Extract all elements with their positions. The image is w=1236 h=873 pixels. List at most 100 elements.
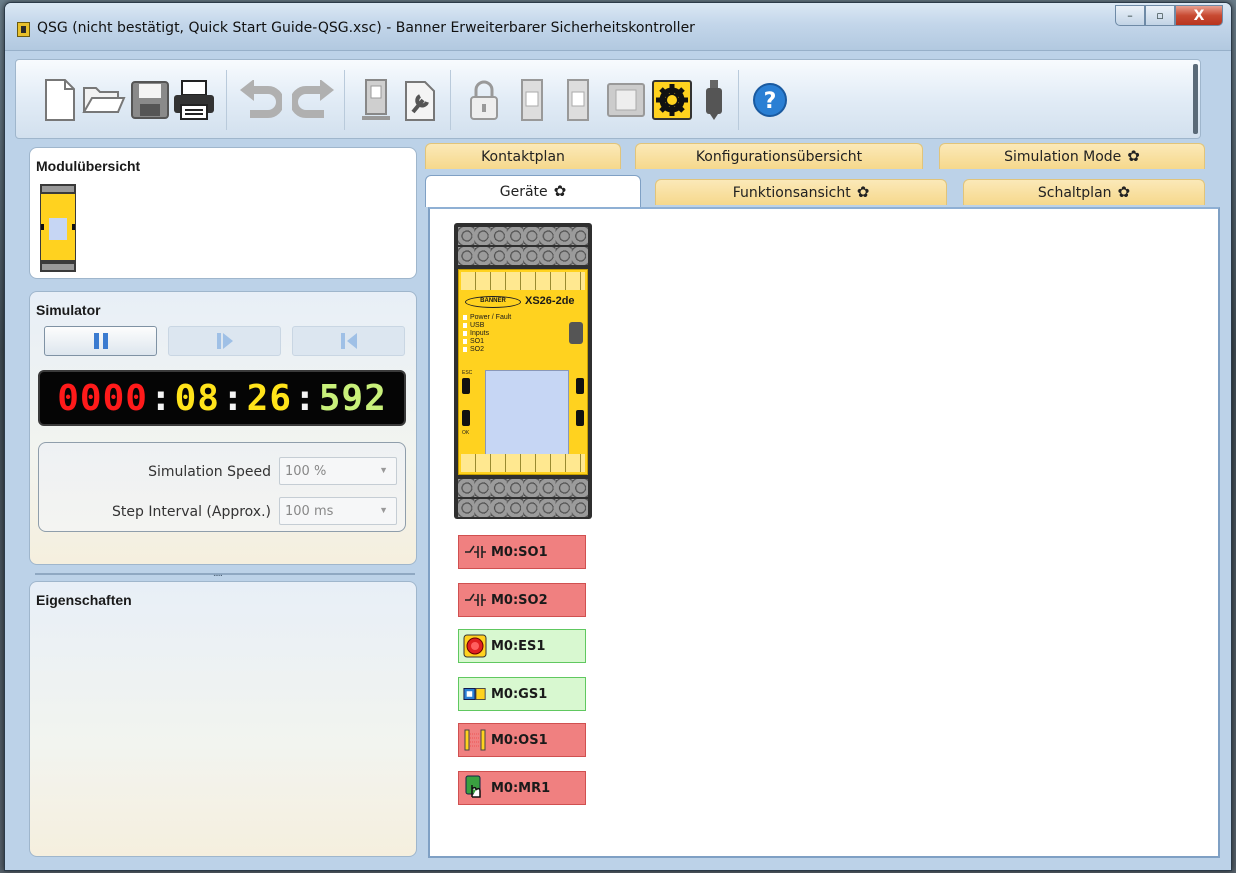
minimize-button[interactable]: –: [1115, 5, 1145, 26]
clock-separator: :: [221, 377, 245, 419]
app-window: QSG (nicht bestätigt, Quick Start Guide-…: [4, 2, 1232, 871]
usb-port: [569, 322, 583, 344]
led-list: Power / Fault USB Inputs SO1 SO2: [463, 314, 511, 354]
io-label: M0:SO1: [491, 544, 548, 560]
redo-icon: [292, 80, 334, 118]
receive-config-button[interactable]: [556, 76, 600, 124]
emergency-stop-icon: [463, 634, 487, 658]
esc-key: [462, 378, 470, 394]
lock-button[interactable]: [462, 76, 506, 124]
open-folder-icon: [82, 87, 126, 113]
undo-button[interactable]: [238, 76, 282, 124]
simulation-mode-button[interactable]: [650, 76, 694, 124]
lock-icon: [470, 80, 498, 120]
speed-select[interactable]: 100 % ▼: [279, 457, 397, 485]
toolbar-separator: [226, 70, 227, 130]
device-connect-button[interactable]: [354, 76, 398, 124]
terminal-row: [458, 247, 588, 265]
io-item-os1[interactable]: M0:OS1: [458, 723, 586, 757]
receive-config-icon: [567, 79, 589, 121]
gear-icon: [652, 80, 692, 120]
toolbar-separator: [344, 70, 345, 130]
save-button[interactable]: [128, 76, 172, 124]
window-title: QSG (nicht bestätigt, Quick Start Guide-…: [37, 20, 695, 36]
tab-geraete[interactable]: Geräte ✿: [425, 175, 641, 207]
undo-icon: [240, 80, 282, 118]
safety-output-icon: [463, 588, 487, 612]
terminal-labels: [461, 272, 585, 290]
speed-label: Simulation Speed: [148, 464, 271, 480]
speed-row: Simulation Speed 100 % ▼: [39, 457, 405, 487]
simulator-panel: Simulator 0000:08:26:592 Simulation Spee…: [29, 291, 417, 565]
model-label: XS26-2de: [525, 295, 575, 307]
tab-schaltplan[interactable]: Schaltplan ✿: [963, 179, 1205, 205]
step-forward-icon: [216, 333, 233, 349]
usb-button[interactable]: [692, 76, 736, 124]
safety-output-icon: [463, 540, 487, 564]
terminal-row: [458, 499, 588, 517]
tab-simulation-mode[interactable]: Simulation Mode ✿: [939, 143, 1205, 169]
redo-button[interactable]: [292, 76, 336, 124]
led-label: SO1: [463, 338, 511, 346]
clock-hours: 0000: [57, 377, 148, 419]
io-label: M0:ES1: [491, 638, 546, 654]
toolbar-overflow-grip[interactable]: [1193, 64, 1198, 134]
module-thumbnail[interactable]: [40, 184, 76, 272]
send-config-button[interactable]: [510, 76, 554, 124]
safety-controller-module[interactable]: BANNER XS26-2de Power / Fault USB Inputs…: [454, 223, 592, 519]
tab-label: Konfigurationsübersicht: [695, 148, 863, 165]
window-controls: – ▫ X: [1115, 5, 1223, 26]
io-item-so1[interactable]: M0:SO1: [458, 535, 586, 569]
open-folder-button[interactable]: [82, 76, 126, 124]
interval-select[interactable]: 100 ms ▼: [279, 497, 397, 525]
simulation-clock: 0000:08:26:592: [38, 370, 406, 426]
reset-button[interactable]: [292, 326, 405, 356]
terminal-row: [458, 479, 588, 497]
io-label: M0:OS1: [491, 732, 548, 748]
panel-splitter[interactable]: [35, 573, 415, 575]
help-button[interactable]: ?: [748, 76, 792, 124]
io-item-so2[interactable]: M0:SO2: [458, 583, 586, 617]
clock-minutes: 08: [174, 377, 220, 419]
new-file-icon: [45, 79, 75, 121]
io-item-mr1[interactable]: M0:MR1: [458, 771, 586, 805]
tab-label: Kontaktplan: [481, 148, 565, 165]
io-label: M0:GS1: [491, 686, 548, 702]
splitter-grip[interactable]: .....: [213, 568, 223, 579]
toolbar: ?: [15, 59, 1201, 139]
io-item-es1[interactable]: M0:ES1: [458, 629, 586, 663]
clock-seconds: 26: [246, 377, 293, 419]
module-button[interactable]: [604, 76, 648, 124]
gear-icon: ✿: [1127, 147, 1140, 165]
controller-display: [485, 370, 569, 456]
io-label: M0:SO2: [491, 592, 548, 608]
close-button[interactable]: X: [1175, 5, 1223, 26]
help-icon: ?: [753, 83, 787, 117]
new-file-button[interactable]: [38, 76, 82, 124]
configure-button[interactable]: [398, 76, 442, 124]
tab-funktionsansicht[interactable]: Funktionsansicht ✿: [655, 179, 947, 205]
maximize-button[interactable]: ▫: [1145, 5, 1175, 26]
chevron-down-icon: ▼: [379, 465, 388, 475]
tab-kontaktplan[interactable]: Kontaktplan: [425, 143, 621, 169]
led-label: USB: [463, 322, 511, 330]
step-forward-button[interactable]: [168, 326, 281, 356]
interval-value: 100 ms: [285, 504, 334, 519]
io-item-gs1[interactable]: M0:GS1: [458, 677, 586, 711]
ok-key: [462, 410, 470, 426]
app-icon: [17, 22, 30, 37]
svg-text:?: ?: [764, 89, 777, 114]
down-key: [576, 410, 584, 426]
module-overview-panel: Modulübersicht: [29, 147, 417, 279]
led-label: Inputs: [463, 330, 511, 338]
up-key: [576, 378, 584, 394]
usb-icon: [706, 80, 722, 120]
properties-title: Eigenschaften: [36, 592, 132, 608]
toolbar-separator: [450, 70, 451, 130]
print-button[interactable]: [172, 76, 216, 124]
gate-switch-icon: [463, 682, 487, 706]
tab-konfigurationsuebersicht[interactable]: Konfigurationsübersicht: [635, 143, 923, 169]
clock-separator: :: [149, 377, 173, 419]
pause-button[interactable]: [44, 326, 157, 356]
brand-logo: BANNER: [465, 296, 521, 308]
